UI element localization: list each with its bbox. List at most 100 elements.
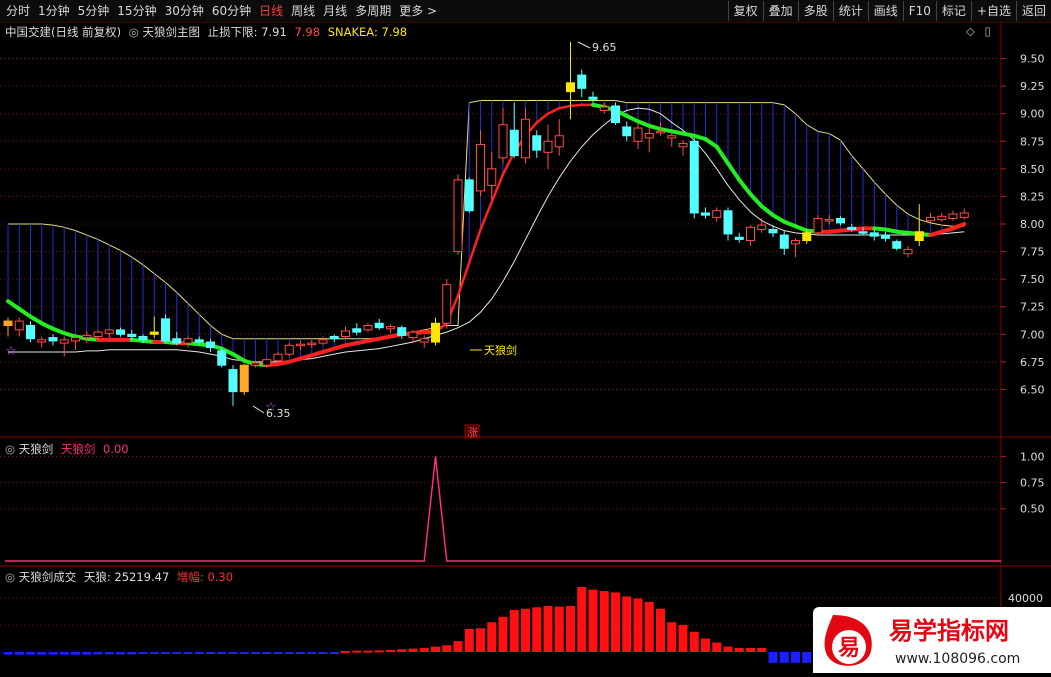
period-tab-4[interactable]: 30分钟 [161,1,208,21]
candle-body [431,322,440,343]
period-tab-8[interactable]: 月线 [319,1,351,21]
trend-line-segment [793,224,809,233]
volume-bar [532,607,542,652]
period-tab-1[interactable]: 1分钟 [34,1,74,21]
signal-line [5,456,1001,562]
period-tab-9[interactable]: 多周期 [351,1,395,21]
panel2-y-tick: 0.75 [1020,477,1045,490]
panel3-name[interactable]: 天狼剑成交 [19,570,77,584]
candle-body [59,339,69,344]
star-marker: ☆ [5,344,17,359]
period-tab-2[interactable]: 5分钟 [74,1,114,21]
candle-body [869,232,879,237]
volume-bar [689,631,699,652]
panel-controls: ◇ ▯ [966,24,991,38]
volume-bar [442,645,452,652]
candle-body [104,329,114,334]
candle-body [937,215,947,221]
indicator-name[interactable]: 天狼剑主图 [143,25,201,39]
panel3-toggle-icon[interactable]: ◎ [5,570,15,584]
period-tab-3[interactable]: 15分钟 [113,1,160,21]
toolbar-button-3[interactable]: 统计 [832,1,868,21]
trend-line-segment [591,102,607,110]
watermark-url: www.108096.com [895,651,1020,667]
candle-body [779,234,789,249]
panel2-toggle-icon[interactable]: ◎ [5,442,15,456]
volume-bar [408,648,418,652]
panel3-label1: 天狼: [83,570,111,584]
toolbar-button-1[interactable]: 叠加 [762,1,798,21]
volume-bar [577,587,587,652]
candle-body [476,144,485,192]
candle-body [284,344,294,355]
toolbar-button-6[interactable]: 标记 [935,1,971,21]
toolbar-button-0[interactable]: 复权 [727,1,763,21]
period-tab-5[interactable]: 60分钟 [208,1,255,21]
period-tab-10[interactable]: 更多 > [395,1,441,21]
stock-name: 中国交建(日线 前复权) [5,25,122,39]
candle-body [116,329,125,335]
trend-line-segment [28,314,44,326]
volume-bar [48,652,58,655]
candle-body [363,324,373,331]
trend-line-segment [276,359,292,367]
trend-line-segment [658,127,674,134]
toolbar: 分时 1分钟 5分钟 15分钟 30分钟 60分钟 日线 周线 月线 多周期 更多 > 复权 叠加 多股… [0,0,1051,23]
candle-body [3,320,13,326]
candle-body [813,217,823,234]
candle-body [397,327,407,336]
candle-body [959,212,969,218]
trend-line-segment [141,338,157,345]
trend-line-segment [894,229,910,235]
candle-body [622,126,632,137]
trend-line-segment [669,129,685,136]
candle-body [127,333,137,338]
volume-bar [318,652,328,654]
candle-body [903,248,913,255]
diamond-icon[interactable]: ◇ [966,24,975,38]
candle-body [802,232,812,242]
trend-line-segment [129,337,145,343]
volume-bar [746,647,755,652]
volume-bar [566,605,575,652]
candle-body [611,105,620,124]
candle-body [161,318,170,342]
period-tab-7[interactable]: 周线 [287,1,319,21]
volume-bar [768,652,778,663]
toolbar-button-5[interactable]: F10 [902,1,936,21]
volume-bar [161,652,170,655]
panel2-name[interactable]: 天狼剑 [19,442,54,456]
candle-body [554,135,564,148]
candle-body [566,82,575,93]
close-panel-icon[interactable]: ▯ [985,24,991,38]
y-tick-label: 8.50 [1020,163,1045,176]
toolbar-button-2[interactable]: 多股 [797,1,833,21]
indicator-toggle-icon[interactable]: ◎ [129,25,139,39]
trend-line-segment [231,352,247,363]
volume-bar [71,652,80,655]
period-tab-6[interactable]: 日线 [255,1,287,21]
volume-bar [172,652,182,655]
volume-bar [251,652,260,654]
candle-body [217,350,227,366]
trend-line-segment [771,213,787,224]
candle-body [521,118,530,159]
trend-line-segment [681,131,697,138]
candle-body [419,338,429,343]
volume-bar [228,652,238,655]
volume-bar [453,641,463,652]
snake-label: SNAKEA: [327,25,378,39]
candle-body [307,342,317,346]
toolbar-button-7[interactable]: +自选 [970,1,1016,21]
candle-body [296,343,305,347]
trend-line-segment [253,362,269,368]
toolbar-button-8[interactable]: 返回 [1015,1,1051,21]
candle-body [48,337,58,342]
max-pointer [577,41,591,49]
candle-body [374,322,384,329]
trend-line-segment [6,299,22,311]
period-tab-0[interactable]: 分时 [2,1,34,21]
candle-body [757,224,767,231]
min-price-label: 6.35 [266,407,291,420]
toolbar-button-4[interactable]: 画线 [867,1,903,21]
